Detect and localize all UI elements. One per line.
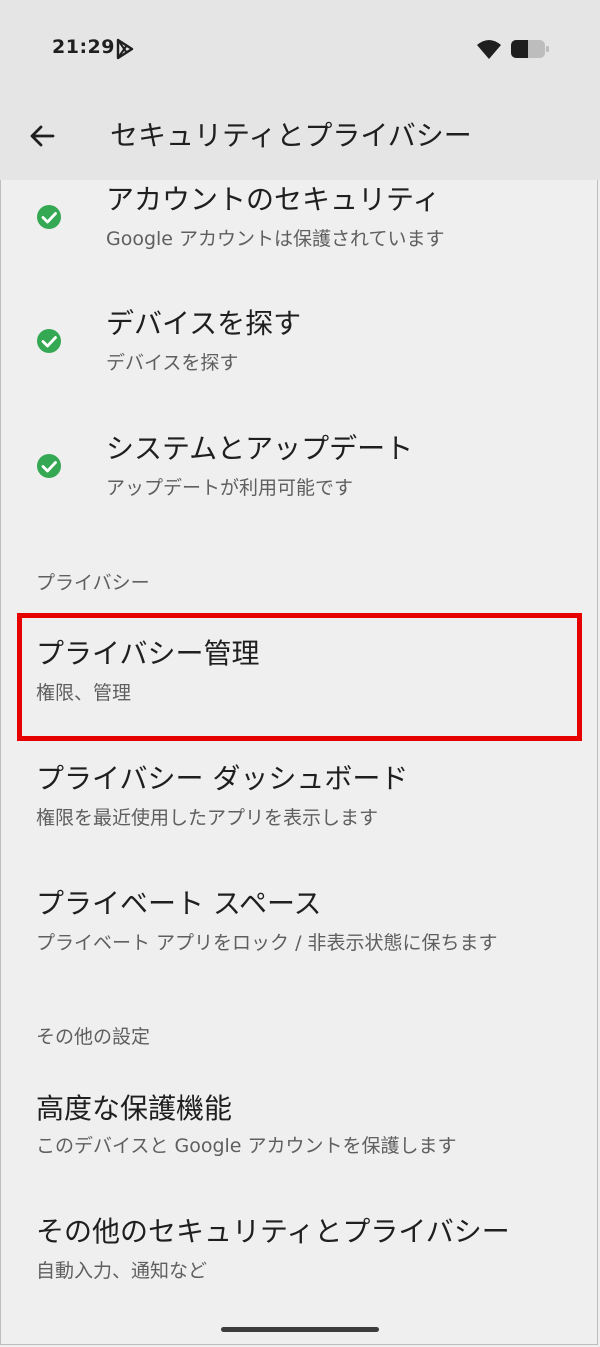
item-subtitle: 自動入力、通知など xyxy=(36,1260,208,1282)
item-title: 高度な保護機能 xyxy=(36,1092,233,1125)
item-subtitle: デバイスを探す xyxy=(106,352,239,374)
item-subtitle: 権限を最近使用したアプリを表示します xyxy=(36,807,379,829)
item-title: システムとアップデート xyxy=(106,432,414,465)
list-item-private-space[interactable]: プライベート スペース プライベート アプリをロック / 非表示状態に保ちます xyxy=(0,870,600,990)
wifi-icon xyxy=(477,40,501,59)
item-title: アカウントのセキュリティ xyxy=(106,183,441,216)
list-item-advanced-protection[interactable]: 高度な保護機能 このデバイスと Google アカウントを保護します xyxy=(0,1075,600,1195)
play-store-icon xyxy=(116,38,134,60)
section-header-privacy: プライバシー xyxy=(36,572,150,594)
list-item-privacy-controls[interactable]: プライバシー管理 権限、管理 xyxy=(0,618,600,738)
item-subtitle: 権限、管理 xyxy=(36,682,132,704)
list-item-more-security-privacy[interactable]: その他のセキュリティとプライバシー 自動入力、通知など xyxy=(0,1200,600,1310)
list-item-privacy-dashboard[interactable]: プライバシー ダッシュボード 権限を最近使用したアプリを表示します xyxy=(0,745,600,865)
item-title: プライベート スペース xyxy=(36,887,322,920)
check-circle-icon xyxy=(37,329,61,353)
back-arrow-icon xyxy=(30,125,55,147)
item-title: プライバシー ダッシュボード xyxy=(36,762,409,795)
battery-icon xyxy=(511,40,549,58)
list-item-account-security[interactable]: アカウントのセキュリティ Google アカウントは保護されています xyxy=(0,180,600,290)
item-subtitle: プライベート アプリをロック / 非表示状態に保ちます xyxy=(36,932,498,954)
page-title: セキュリティとプライバシー xyxy=(110,119,472,152)
status-time: 21:29 xyxy=(52,36,115,58)
item-subtitle: Google アカウントは保護されています xyxy=(106,228,445,250)
item-subtitle: このデバイスと Google アカウントを保護します xyxy=(36,1135,457,1157)
item-title: プライバシー管理 xyxy=(36,637,260,670)
list-item-find-device[interactable]: デバイスを探す デバイスを探す xyxy=(0,300,600,410)
status-bar: 21:29 xyxy=(0,0,600,92)
back-button[interactable] xyxy=(22,116,62,156)
section-header-other: その他の設定 xyxy=(36,1026,151,1048)
app-bar: セキュリティとプライバシー xyxy=(0,92,600,180)
item-subtitle: アップデートが利用可能です xyxy=(106,477,354,499)
gesture-nav-handle[interactable] xyxy=(221,1327,379,1332)
check-circle-icon xyxy=(37,205,61,229)
list-item-system-updates[interactable]: システムとアップデート アップデートが利用可能です xyxy=(0,425,600,535)
item-title: その他のセキュリティとプライバシー xyxy=(36,1215,510,1248)
check-circle-icon xyxy=(37,454,61,478)
item-title: デバイスを探す xyxy=(106,307,302,340)
